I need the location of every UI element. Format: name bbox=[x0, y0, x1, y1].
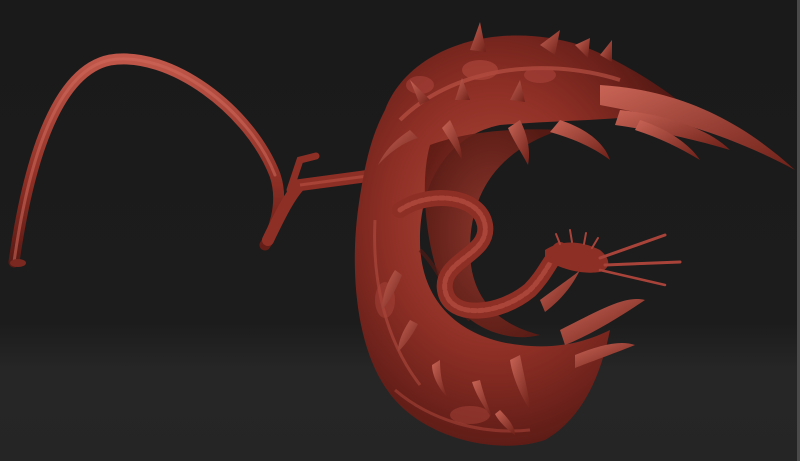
creature-render bbox=[8, 22, 795, 446]
tail bbox=[8, 53, 285, 268]
render-viewport bbox=[0, 0, 800, 461]
